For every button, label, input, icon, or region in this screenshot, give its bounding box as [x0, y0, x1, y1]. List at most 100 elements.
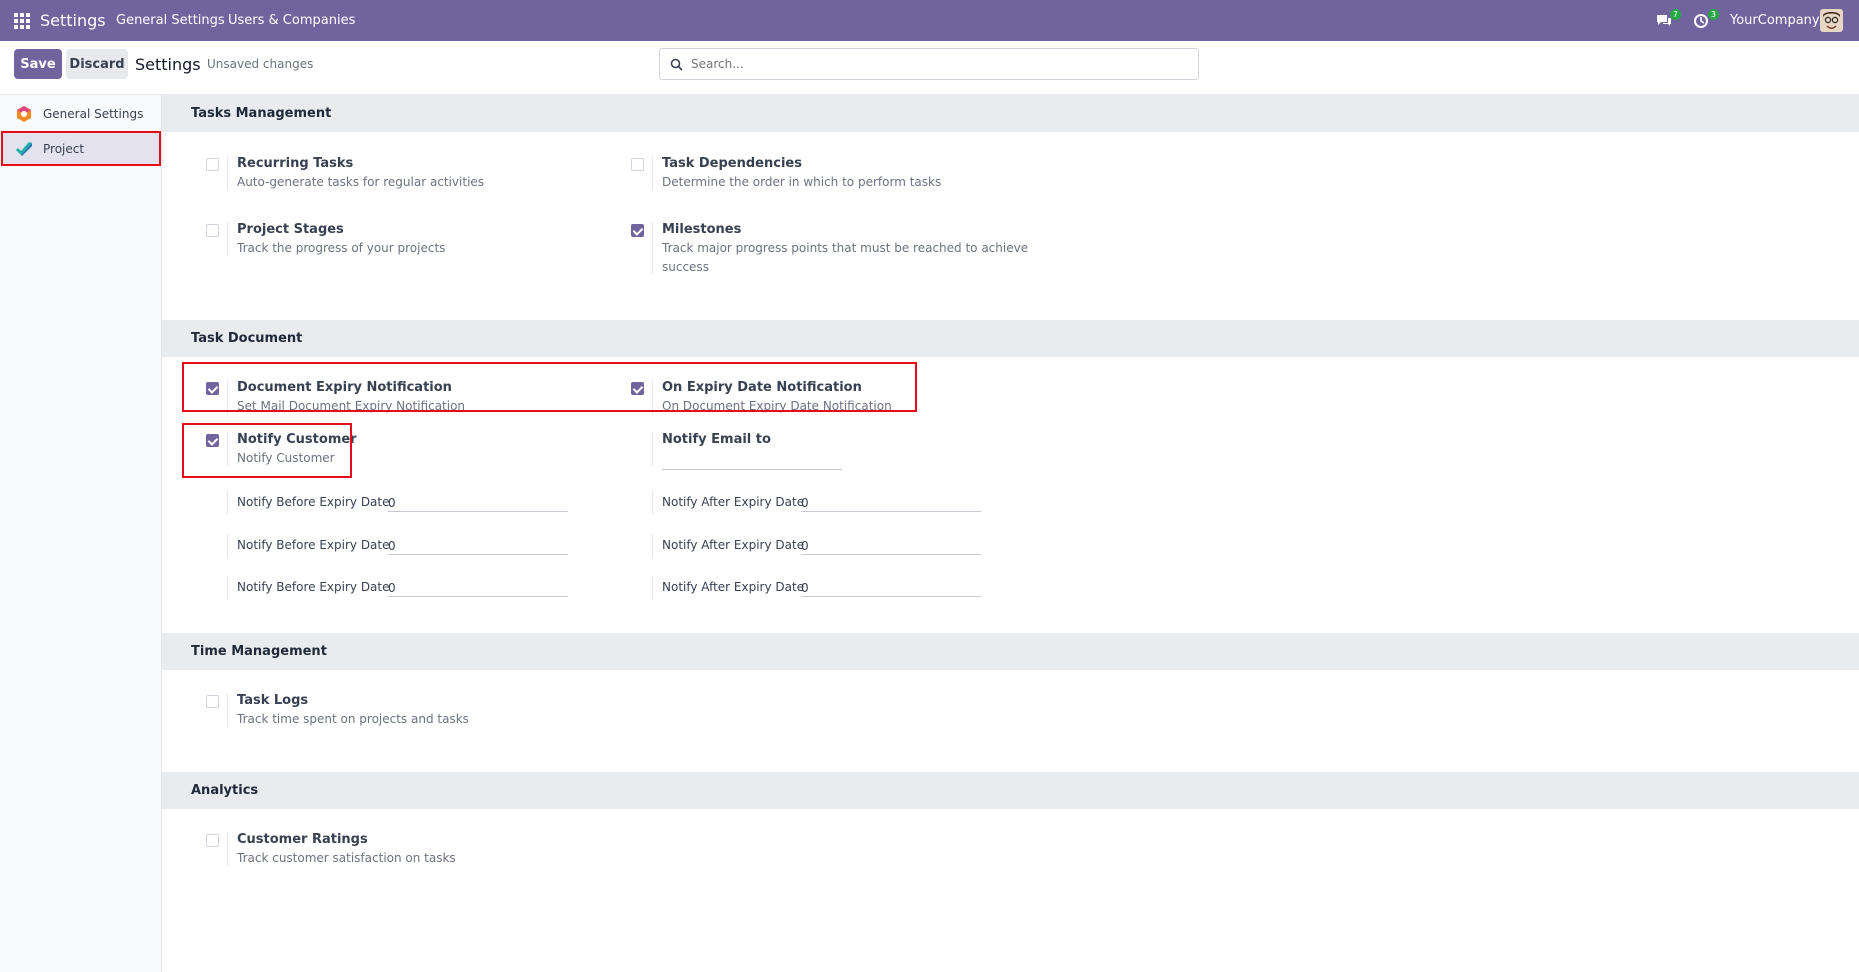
- project-stages-checkbox[interactable]: [206, 224, 219, 237]
- setting-document-expiry-notification: Document Expiry Notification Set Mail Do…: [206, 380, 606, 430]
- notify-after-row-3: Notify After Expiry Date: [631, 576, 1031, 604]
- sidebar-item-label: General Settings: [43, 106, 144, 121]
- setting-title: Milestones: [662, 222, 742, 237]
- top-navbar: Settings General Settings Users & Compan…: [0, 0, 1859, 41]
- notify-after-row-2: Notify After Expiry Date: [631, 534, 1031, 562]
- setting-task-logs: Task Logs Track time spent on projects a…: [206, 693, 606, 743]
- notify-after-input[interactable]: [801, 494, 981, 512]
- divider: [227, 693, 228, 727]
- divider: [227, 534, 228, 558]
- divider: [227, 380, 228, 414]
- divider: [652, 380, 653, 414]
- field-label: Notify Before Expiry Date: [237, 538, 390, 552]
- setting-title: Recurring Tasks: [237, 156, 354, 171]
- field-label: Notify After Expiry Date: [662, 580, 805, 594]
- app-brand[interactable]: Settings: [40, 11, 106, 30]
- menu-general-settings[interactable]: General Settings: [116, 13, 225, 28]
- unsaved-status: Unsaved changes: [207, 57, 314, 71]
- divider: [652, 156, 653, 190]
- divider: [227, 491, 228, 515]
- customer-ratings-checkbox[interactable]: [206, 834, 219, 847]
- discard-button[interactable]: Discard: [66, 49, 128, 79]
- on-expiry-date-checkbox[interactable]: [631, 382, 644, 395]
- user-avatar[interactable]: [1820, 9, 1843, 32]
- divider: [652, 534, 653, 558]
- setting-title: Project Stages: [237, 222, 344, 237]
- messages-icon[interactable]: 7: [1655, 9, 1681, 30]
- notify-before-row-3: Notify Before Expiry Date: [206, 576, 606, 604]
- milestones-checkbox[interactable]: [631, 224, 644, 237]
- setting-description: Auto-generate tasks for regular activiti…: [237, 175, 485, 189]
- task-dependencies-checkbox[interactable]: [631, 158, 644, 171]
- notify-after-input[interactable]: [801, 537, 981, 555]
- divider: [652, 491, 653, 515]
- setting-title: Notify Customer: [237, 432, 357, 447]
- divider: [227, 156, 228, 190]
- setting-milestones: Milestones Track major progress points t…: [631, 222, 1051, 282]
- menu-users-companies[interactable]: Users & Companies: [228, 13, 355, 28]
- settings-content: Tasks Management Recurring Tasks Auto-ge…: [162, 95, 1859, 972]
- notify-before-input[interactable]: [388, 494, 568, 512]
- page-title: Settings: [135, 55, 201, 74]
- setting-description: Set Mail Document Expiry Notification: [237, 399, 466, 413]
- setting-recurring-tasks: Recurring Tasks Auto-generate tasks for …: [206, 156, 606, 206]
- setting-description: Track time spent on projects and tasks: [237, 712, 469, 726]
- section-header-time-management: Time Management: [162, 633, 1859, 670]
- notify-email-input[interactable]: [662, 452, 842, 470]
- activity-clock-icon[interactable]: 3: [1693, 9, 1719, 30]
- notify-customer-checkbox[interactable]: [206, 434, 219, 447]
- setting-description: Track customer satisfaction on tasks: [237, 851, 456, 865]
- settings-sidebar: General Settings Project: [0, 95, 162, 972]
- setting-project-stages: Project Stages Track the progress of you…: [206, 222, 606, 272]
- setting-notify-email: Notify Email to: [631, 432, 1031, 482]
- section-header-task-document: Task Document: [162, 320, 1859, 357]
- sidebar-item-general-settings[interactable]: General Settings: [2, 97, 160, 130]
- search-bar[interactable]: [659, 48, 1199, 80]
- setting-title: Customer Ratings: [237, 832, 368, 847]
- divider: [652, 222, 653, 274]
- app-grid-icon[interactable]: [14, 13, 30, 29]
- notify-before-input[interactable]: [388, 579, 568, 597]
- section-title: Time Management: [191, 644, 327, 659]
- search-icon: [670, 58, 683, 71]
- setting-title: Document Expiry Notification: [237, 380, 452, 395]
- setting-task-dependencies: Task Dependencies Determine the order in…: [631, 156, 1031, 206]
- control-panel: Save Discard Settings Unsaved changes: [0, 41, 1859, 95]
- section-title: Tasks Management: [191, 106, 332, 121]
- section-title: Task Document: [191, 331, 303, 346]
- document-expiry-checkbox[interactable]: [206, 382, 219, 395]
- setting-title: Task Logs: [237, 693, 309, 708]
- divider: [652, 576, 653, 600]
- settings-app-icon: [15, 105, 33, 123]
- divider: [652, 432, 653, 466]
- setting-on-expiry-date-notification: On Expiry Date Notification On Document …: [631, 380, 1031, 430]
- sidebar-item-label: Project: [43, 141, 85, 156]
- divider: [227, 576, 228, 600]
- recurring-tasks-checkbox[interactable]: [206, 158, 219, 171]
- setting-description: Track the progress of your projects: [237, 241, 446, 255]
- notify-after-row-1: Notify After Expiry Date: [631, 491, 1031, 519]
- company-switcher[interactable]: YourCompany: [1730, 13, 1820, 28]
- messages-badge: 7: [1669, 9, 1681, 20]
- section-header-analytics: Analytics: [162, 772, 1859, 809]
- section-title: Analytics: [191, 783, 259, 798]
- field-label: Notify After Expiry Date: [662, 538, 805, 552]
- notify-after-input[interactable]: [801, 579, 981, 597]
- setting-title: Notify Email to: [662, 432, 771, 447]
- setting-description: Determine the order in which to perform …: [662, 175, 942, 189]
- field-label: Notify After Expiry Date: [662, 495, 805, 509]
- activities-badge: 3: [1707, 9, 1719, 20]
- setting-title: Task Dependencies: [662, 156, 802, 171]
- task-logs-checkbox[interactable]: [206, 695, 219, 708]
- notify-before-input[interactable]: [388, 537, 568, 555]
- divider: [227, 432, 228, 466]
- sidebar-item-project[interactable]: Project: [1, 131, 161, 166]
- search-input[interactable]: [691, 57, 1171, 71]
- setting-description: Track major progress points that must be…: [662, 241, 1029, 274]
- setting-description: Notify Customer: [237, 451, 335, 465]
- section-header-tasks-management: Tasks Management: [162, 95, 1859, 132]
- save-button[interactable]: Save: [14, 49, 62, 79]
- setting-description: On Document Expiry Date Notification: [662, 399, 892, 413]
- setting-customer-ratings: Customer Ratings Track customer satisfac…: [206, 832, 606, 882]
- field-label: Notify Before Expiry Date: [237, 495, 390, 509]
